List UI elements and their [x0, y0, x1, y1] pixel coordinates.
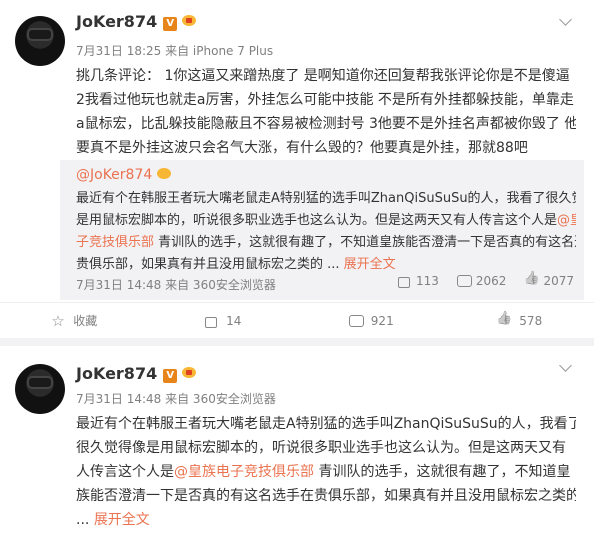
weibo-post-1: JoKer874 V 7月31日 18:25 来自 iPhone 7 Plus 挑…	[0, 0, 594, 340]
quoted-line-text: 是用鼠标宏脚本的，听说很多职业选手也这么认为。但是这两天又有人传言这个人是	[76, 213, 558, 228]
post-text-line: ... 展开全文	[76, 508, 576, 532]
like-count: 578	[519, 313, 543, 328]
share-icon	[204, 314, 218, 328]
quoted-line: 最近有个在韩服王者玩大嘴老鼠走A特别猛的选手叫ZhanQiSuSuSu的人，我看…	[76, 191, 576, 206]
post-text: 挑几条评论： 1你这逼又来蹭热度了 是啊知道你还回复帮我张评论你是不是傻逼 2我…	[76, 64, 576, 160]
like-icon	[524, 274, 538, 288]
like-icon	[497, 314, 511, 328]
post-text-line: 要真不是外挂这波只会名气大涨，有什么毁的？他要真是外挂，那就88吧	[76, 140, 528, 156]
share-icon	[397, 274, 411, 288]
crown-badge-icon	[181, 365, 197, 379]
mention-link[interactable]: @皇族电子竞技俱乐部	[174, 464, 314, 480]
mention-link[interactable]: 子竞技俱乐部	[76, 235, 154, 250]
collect-label: 收藏	[73, 314, 98, 328]
author-name[interactable]: JoKer874 V	[76, 364, 197, 383]
ellipsis: ...	[76, 512, 90, 528]
chevron-down-icon[interactable]	[558, 364, 574, 374]
comment-icon	[456, 274, 472, 288]
post-text-line: 最近有个在韩服王者玩大嘴老鼠走A特别猛的选手叫ZhanQiSuSuSu的人，我看…	[76, 416, 576, 432]
comment-button[interactable]: 921	[297, 303, 446, 338]
weibo-post-2: JoKer874 V 7月31日 14:48 来自 360安全浏览器 最近有个在韩…	[0, 346, 594, 536]
post-text: 最近有个在韩服王者玩大嘴老鼠走A特别猛的选手叫ZhanQiSuSuSu的人，我看…	[76, 412, 576, 532]
quoted-line: 子竞技俱乐部 青训队的选手，这就很有趣了，不知道皇族能否澄清一下是否真的有这名选…	[76, 232, 576, 254]
mention-link[interactable]: @皇族电	[557, 213, 576, 228]
post-actions: 收藏 14 921 578	[0, 302, 594, 338]
post-text-line: 2我看过他玩也就走a厉害，外挂怎么可能中技能 不是所有外挂都躲技能，单靠走	[76, 92, 574, 108]
quoted-text: 最近有个在韩服王者玩大嘴老鼠走A特别猛的选手叫ZhanQiSuSuSu的人，我看…	[76, 188, 576, 276]
quoted-author[interactable]: @JoKer874	[76, 166, 172, 183]
quoted-share[interactable]: 113	[397, 274, 439, 288]
share-count: 113	[416, 274, 439, 288]
collect-button[interactable]: 收藏	[0, 303, 149, 338]
comment-count: 2062	[475, 274, 507, 288]
vip-badge-icon: V	[163, 369, 178, 383]
crown-badge-icon	[181, 13, 197, 27]
quoted-meta: 7月31日 14:48 来自 360安全浏览器	[76, 278, 276, 292]
post-text-line: a鼠标宏，比乱躲技能隐蔽且不容易被检测封号 3他要不是外挂名声都被你毁了 他	[76, 116, 576, 132]
quoted-line-text: 青训队的选手，这就很有趣了，不知道皇族能否澄清一下是否真的有这名选手在	[154, 235, 576, 250]
author-name-text[interactable]: JoKer874	[76, 364, 157, 383]
quoted-comment[interactable]: 2062	[456, 274, 507, 288]
share-count: 14	[226, 313, 242, 328]
post-meta: 7月31日 18:25 来自 iPhone 7 Plus	[76, 44, 274, 58]
avatar[interactable]	[15, 364, 65, 414]
like-count: 2077	[543, 274, 574, 288]
quoted-line: 贵俱乐部，如果真有并且没用鼠标宏之类的 ... 展开全文	[76, 254, 576, 276]
expand-full-text-link[interactable]: 展开全文	[94, 512, 150, 528]
author-name[interactable]: JoKer874 V	[76, 12, 197, 31]
share-button[interactable]: 14	[149, 303, 298, 338]
author-name-text[interactable]: JoKer874	[76, 12, 157, 31]
expand-full-text-link[interactable]: 展开全文	[344, 257, 396, 272]
comment-count: 921	[370, 313, 394, 328]
quoted-line-text: 贵俱乐部，如果真有并且没用鼠标宏之类的 ...	[76, 257, 340, 272]
post-text-line: 挑几条评论： 1你这逼又来蹭热度了 是啊知道你还回复帮我张评论你是不是傻逼	[76, 68, 570, 84]
avatar[interactable]	[15, 16, 65, 66]
like-button[interactable]: 578	[446, 303, 594, 338]
quoted-stats: 113 2062 2077	[397, 274, 574, 288]
quoted-post[interactable]: @JoKer874 最近有个在韩服王者玩大嘴老鼠走A特别猛的选手叫ZhanQiS…	[60, 160, 584, 300]
post-meta: 7月31日 14:48 来自 360安全浏览器	[76, 392, 276, 406]
chevron-down-icon[interactable]	[558, 18, 574, 28]
star-icon	[51, 312, 65, 330]
post-text-line: 很久觉得像是用鼠标宏脚本的，听说很多职业选手也这么认为。但是这两天又有	[76, 440, 566, 456]
comment-icon	[348, 314, 364, 328]
vip-badge-icon: V	[163, 17, 178, 31]
post-text-line: 人传言这个人是@皇族电子竞技俱乐部 青训队的选手，这就很有趣了，不知道皇	[76, 460, 576, 484]
post-text-segment: 青训队的选手，这就很有趣了，不知道皇	[314, 464, 571, 480]
quoted-like[interactable]: 2077	[524, 274, 574, 288]
post-text-segment: 人传言这个人是	[76, 464, 174, 480]
crown-badge-icon	[156, 166, 172, 180]
post-text-line: 族能否澄清一下是否真的有这名选手在贵俱乐部，如果真有并且没用鼠标宏之类的	[76, 488, 576, 504]
quoted-author-text[interactable]: @JoKer874	[76, 167, 152, 183]
quoted-line: 是用鼠标宏脚本的，听说很多职业选手也这么认为。但是这两天又有人传言这个人是@皇族…	[76, 210, 576, 232]
